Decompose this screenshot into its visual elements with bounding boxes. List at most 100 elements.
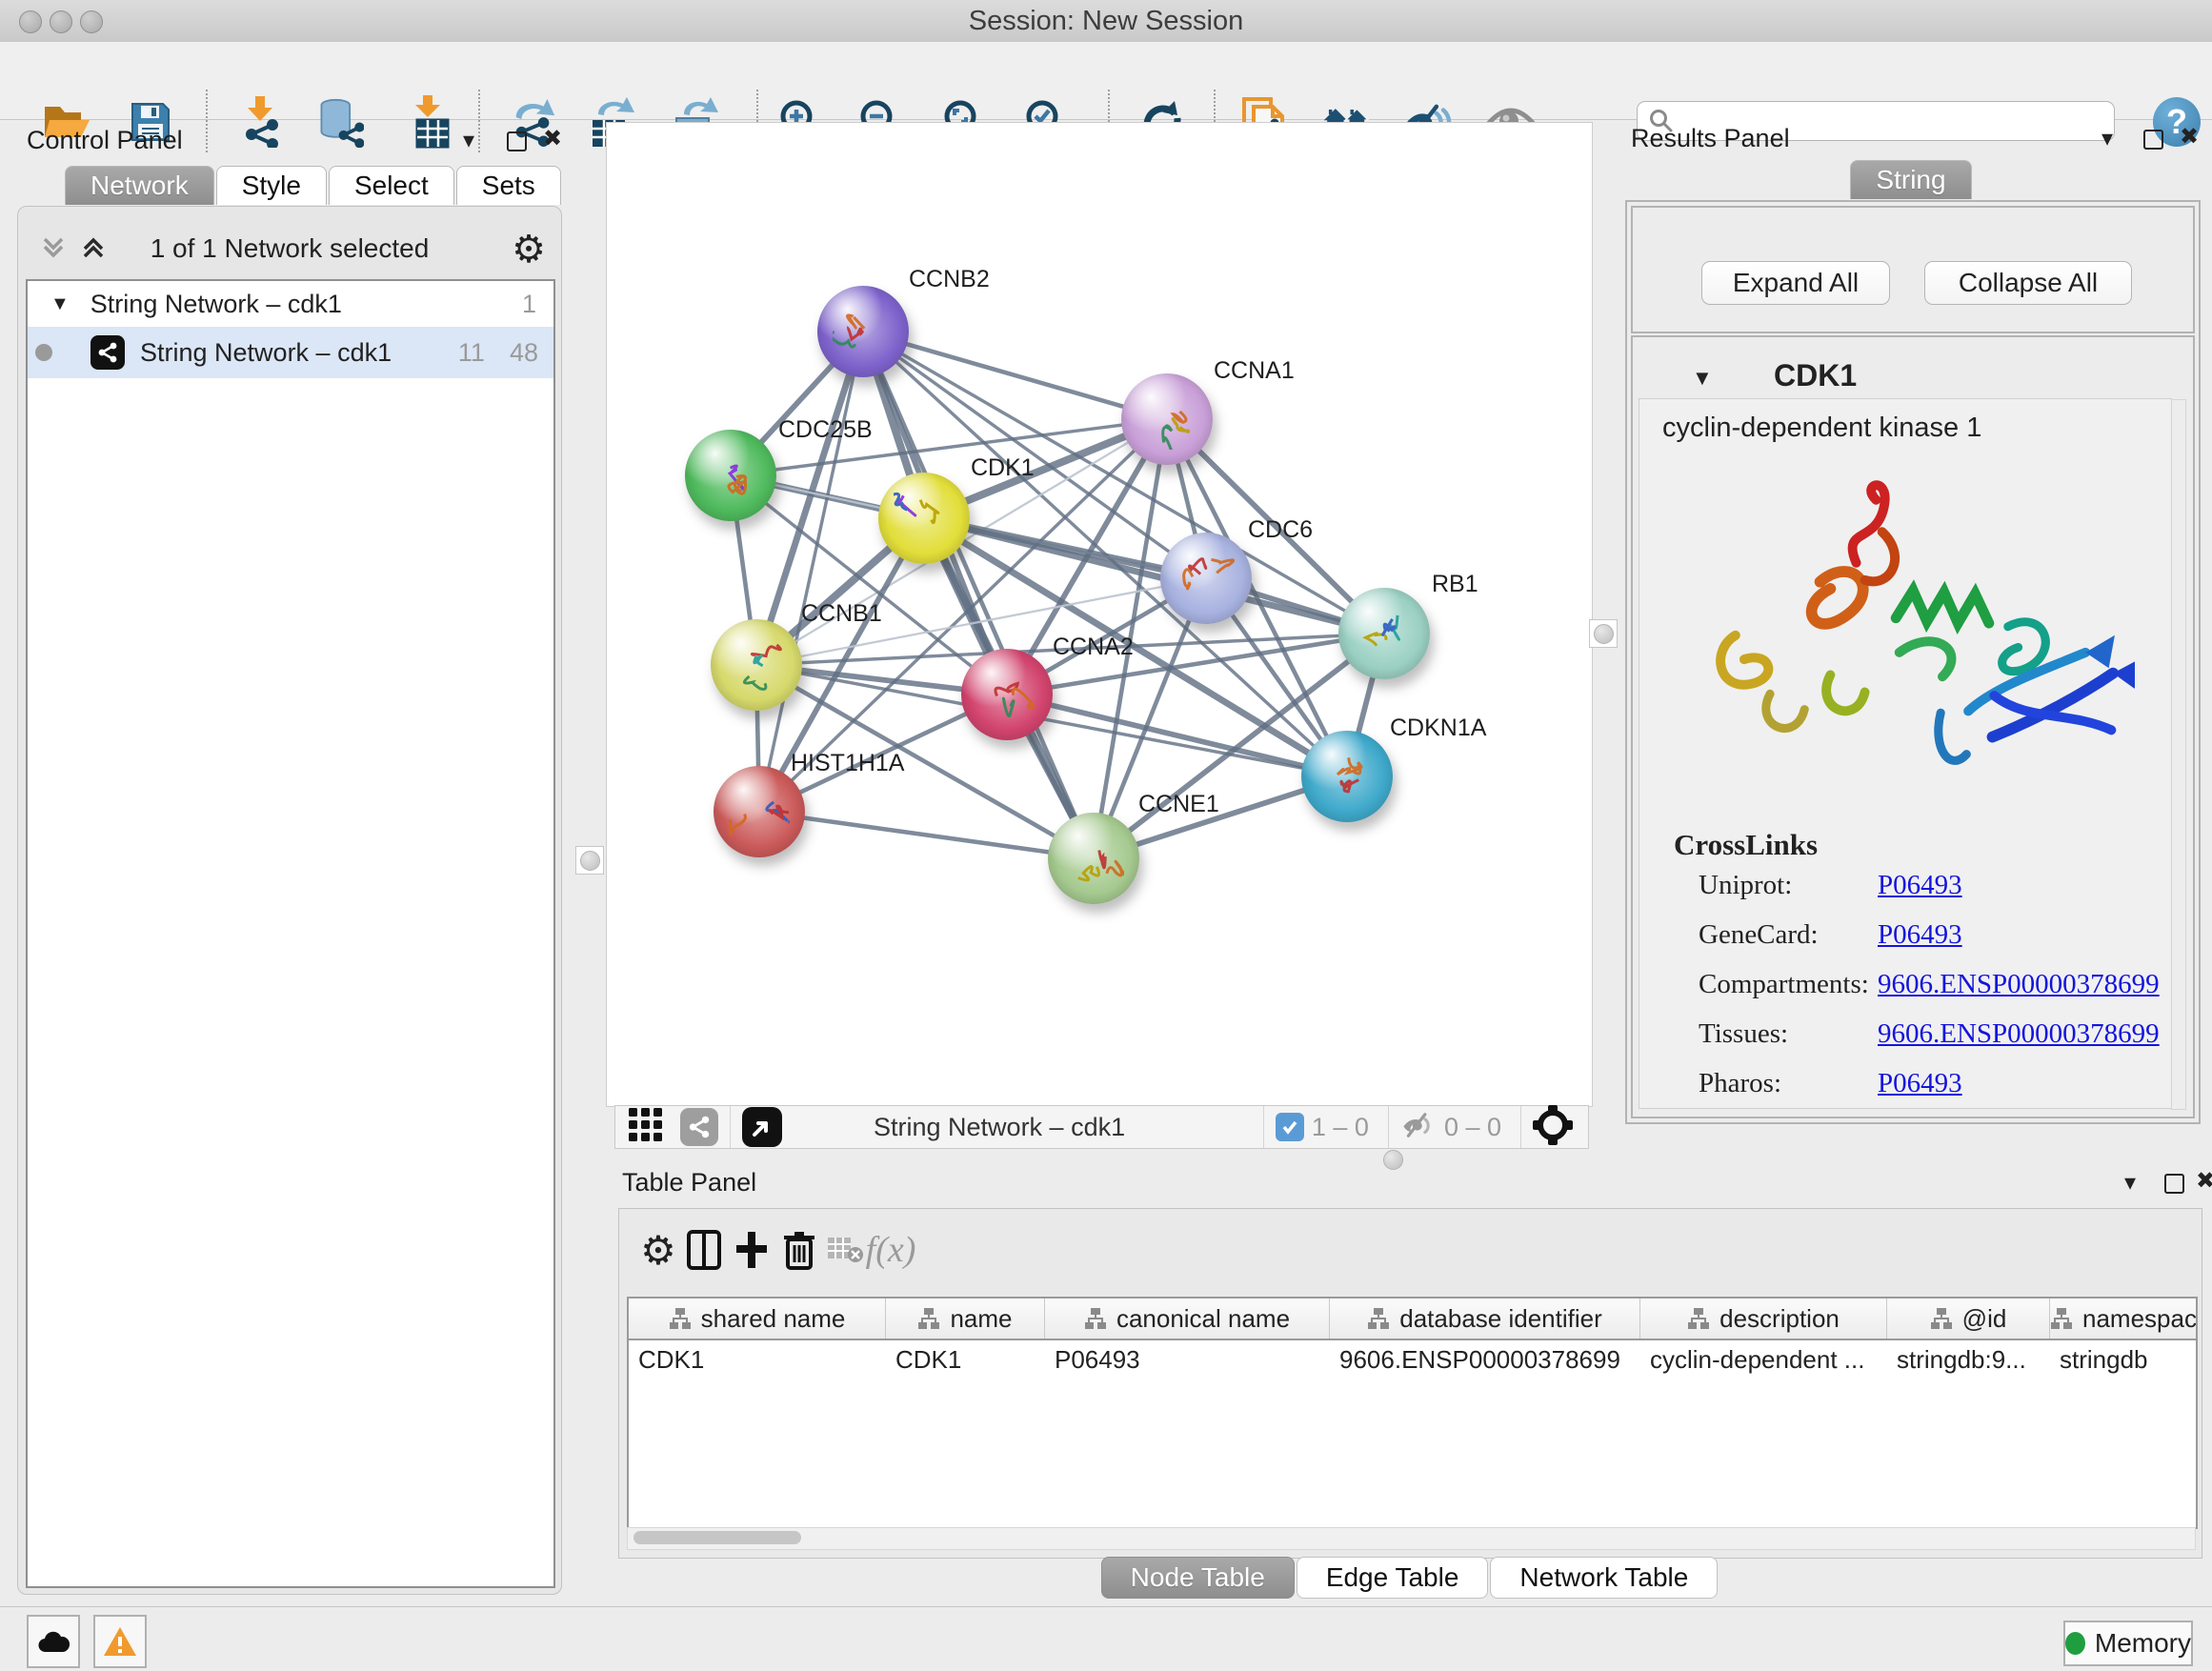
node-HIST1H1A[interactable] bbox=[714, 766, 805, 857]
column-header-shared-name[interactable]: shared name bbox=[629, 1299, 886, 1339]
share-view-icon[interactable] bbox=[680, 1108, 718, 1146]
panel-menu-arrow-icon[interactable]: ▾ bbox=[2124, 1172, 2136, 1195]
node-CCNE1[interactable] bbox=[1048, 813, 1139, 904]
tab-string[interactable]: String bbox=[1850, 160, 1971, 199]
control-panel: Control Panel ▾ ✖ NetworkStyleSelectSets… bbox=[8, 122, 572, 1597]
delete-column-icon[interactable] bbox=[777, 1228, 821, 1272]
panel-float-icon[interactable] bbox=[2143, 130, 2163, 150]
node-CDK1[interactable] bbox=[878, 473, 970, 564]
edge-CCNB2-CCNE1[interactable] bbox=[863, 332, 1094, 858]
hidden-eye-icon bbox=[1400, 1111, 1437, 1144]
section-expander-icon[interactable]: ▼ bbox=[1692, 366, 1713, 391]
node-CDKN1A[interactable] bbox=[1301, 731, 1393, 822]
selected-counts: 1 – 0 bbox=[1312, 1113, 1369, 1142]
panel-float-icon[interactable] bbox=[2164, 1174, 2184, 1194]
tree-expander-icon[interactable]: ▼ bbox=[50, 293, 70, 315]
crosslink-row-compartments: Compartments: 9606.ENSP00000378699 bbox=[1639, 969, 2171, 1018]
crosslink-link[interactable]: P06493 bbox=[1878, 919, 1962, 951]
expand-collapse-box: Expand All Collapse All bbox=[1631, 206, 2195, 333]
node-label-CDK1: CDK1 bbox=[971, 454, 1035, 482]
crosslink-link[interactable]: P06493 bbox=[1878, 870, 1962, 901]
edge-CCNB2-HIST1H1A[interactable] bbox=[759, 332, 863, 812]
tab-style[interactable]: Style bbox=[216, 166, 327, 205]
edge-CDK1-RB1[interactable] bbox=[924, 518, 1384, 634]
results-scrollbar[interactable] bbox=[2171, 399, 2186, 1110]
selected-checkbox-icon[interactable] bbox=[1276, 1113, 1304, 1141]
panel-close-icon[interactable]: ✖ bbox=[543, 128, 562, 151]
column-label: namespac bbox=[2082, 1304, 2197, 1334]
column-label: description bbox=[1719, 1304, 1840, 1334]
network-canvas[interactable]: CCNB2CCNA1CDC25BCDK1CDC6RB1CCNB1CCNA2CDK… bbox=[606, 122, 1593, 1107]
table-header-row: shared name name canonical name database id… bbox=[629, 1299, 2196, 1340]
warning-button[interactable] bbox=[93, 1615, 147, 1668]
right-splitter-handle[interactable] bbox=[1589, 619, 1618, 648]
cloud-button[interactable] bbox=[27, 1615, 80, 1668]
crosslink-link[interactable]: 9606.ENSP00000378699 bbox=[1878, 1018, 2160, 1050]
grid-view-icon[interactable] bbox=[629, 1108, 663, 1147]
node-CCNB2[interactable] bbox=[817, 286, 909, 377]
network-list-header: 1 of 1 Network selected ⚙ bbox=[18, 228, 561, 273]
crosslink-link[interactable]: P06493 bbox=[1878, 1068, 1962, 1099]
table-panel: Table Panel ▾ ✖ ⚙ f(x) shared namenameca… bbox=[614, 1164, 2206, 1599]
show-columns-icon[interactable] bbox=[682, 1228, 726, 1272]
table-row[interactable]: CDK1CDK1P064939606.ENSP00000378699cyclin… bbox=[629, 1340, 2196, 1379]
protein-thumbnail bbox=[976, 666, 1037, 725]
collapse-all-button[interactable]: Collapse All bbox=[1924, 261, 2132, 305]
tab-sets[interactable]: Sets bbox=[456, 166, 561, 205]
protein-section: ▼ CDK1 cyclin-dependent kinase 1 bbox=[1631, 335, 2195, 1118]
memory-button[interactable]: Memory bbox=[2063, 1621, 2193, 1666]
left-splitter-handle[interactable] bbox=[575, 846, 604, 875]
panel-close-icon[interactable]: ✖ bbox=[2196, 1170, 2212, 1193]
column-label: shared name bbox=[701, 1304, 846, 1334]
column-header-name[interactable]: name bbox=[886, 1299, 1045, 1339]
panel-close-icon[interactable]: ✖ bbox=[2180, 126, 2199, 149]
main-toolbar: ? bbox=[0, 42, 2212, 120]
column-header-description[interactable]: description bbox=[1640, 1299, 1887, 1339]
gear-icon[interactable]: ⚙ bbox=[512, 228, 546, 272]
tab-select[interactable]: Select bbox=[329, 166, 454, 205]
column-header-canonical-name[interactable]: canonical name bbox=[1045, 1299, 1330, 1339]
panel-menu-arrow-icon[interactable]: ▾ bbox=[463, 130, 474, 152]
crosslink-label: Compartments: bbox=[1699, 969, 1869, 1000]
cell-namespac: stringdb bbox=[2050, 1345, 2198, 1375]
crosslink-link[interactable]: 9606.ENSP00000378699 bbox=[1878, 969, 2160, 1000]
column-label: name bbox=[950, 1304, 1012, 1334]
network-collection-row[interactable]: ▼ String Network – cdk1 1 bbox=[28, 281, 553, 327]
node-label-CCNA2: CCNA2 bbox=[1053, 634, 1134, 661]
node-CCNA1[interactable] bbox=[1121, 373, 1213, 465]
column-label: database identifier bbox=[1399, 1304, 1601, 1334]
crosslink-row-genecard: GeneCard:P06493 bbox=[1639, 919, 2171, 969]
node-label-CCNE1: CCNE1 bbox=[1138, 791, 1219, 818]
column-header-database-identifier[interactable]: database identifier bbox=[1330, 1299, 1640, 1339]
node-CDC25B[interactable] bbox=[685, 430, 776, 521]
tab-edge-table[interactable]: Edge Table bbox=[1297, 1557, 1489, 1599]
cell-description: cyclin-dependent ... bbox=[1640, 1345, 1887, 1375]
tab-network[interactable]: Network bbox=[65, 166, 214, 205]
tab-node-table[interactable]: Node Table bbox=[1101, 1557, 1295, 1599]
table-horizontal-scrollbar[interactable] bbox=[627, 1527, 2196, 1550]
tab-network-table[interactable]: Network Table bbox=[1490, 1557, 1718, 1599]
node-CDC6[interactable] bbox=[1160, 533, 1252, 624]
cell-shared-name: CDK1 bbox=[629, 1345, 886, 1375]
add-column-icon[interactable] bbox=[730, 1228, 774, 1272]
edge-HIST1H1A-CCNE1[interactable] bbox=[759, 812, 1094, 858]
scrollbar-thumb[interactable] bbox=[633, 1531, 801, 1544]
navigator-icon[interactable] bbox=[742, 1107, 782, 1147]
node-count: 11 bbox=[458, 338, 485, 368]
node-CCNB1[interactable] bbox=[711, 619, 802, 711]
node-RB1[interactable] bbox=[1338, 588, 1430, 679]
expand-all-button[interactable]: Expand All bbox=[1701, 261, 1890, 305]
network-row-selected[interactable]: String Network – cdk1 11 48 bbox=[28, 327, 553, 378]
crosslink-label: Tissues: bbox=[1699, 1018, 1788, 1050]
network-row-label: String Network – cdk1 bbox=[140, 338, 392, 368]
fit-selection-crosshair-icon[interactable] bbox=[1533, 1105, 1573, 1150]
column-header-namespac[interactable]: namespac bbox=[2050, 1299, 2198, 1339]
column-header-id[interactable]: @id bbox=[1887, 1299, 2050, 1339]
table-gear-icon[interactable]: ⚙ bbox=[636, 1228, 680, 1272]
delete-table-icon-disabled bbox=[823, 1228, 867, 1272]
panel-float-icon[interactable] bbox=[507, 131, 527, 151]
protein-thumbnail bbox=[1136, 391, 1197, 450]
panel-menu-arrow-icon[interactable]: ▾ bbox=[2101, 128, 2113, 151]
results-panel-title: Results Panel bbox=[1631, 124, 1790, 153]
node-CCNA2[interactable] bbox=[961, 649, 1053, 740]
